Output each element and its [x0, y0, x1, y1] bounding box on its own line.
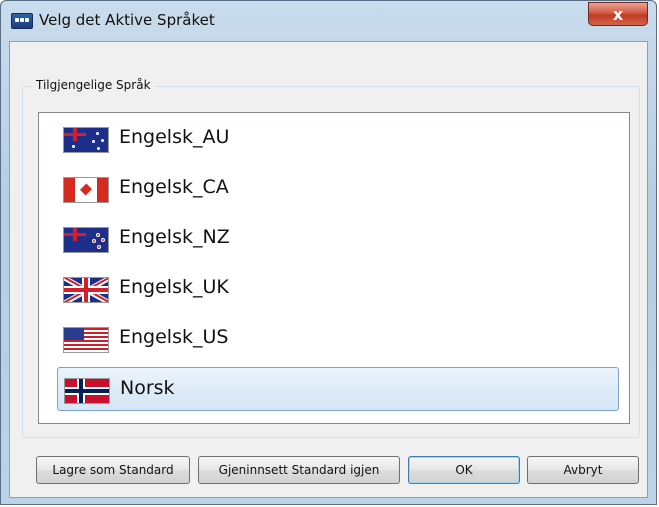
flag-no-icon [64, 378, 110, 404]
flag-ca-icon [63, 177, 109, 203]
language-label: Engelsk_US [119, 326, 229, 348]
language-label: Engelsk_CA [119, 176, 229, 198]
ok-button[interactable]: OK [408, 456, 520, 484]
window-title: Velg det Aktive Språket [39, 11, 215, 29]
language-item-engelsk-au[interactable]: Engelsk_AU [57, 117, 619, 161]
language-item-engelsk-ca[interactable]: Engelsk_CA [57, 167, 619, 211]
flag-uk-icon [63, 277, 109, 303]
close-button[interactable]: x [588, 2, 648, 26]
language-label: Engelsk_UK [119, 276, 229, 298]
title-bar[interactable]: Velg det Aktive Språket x [1, 1, 656, 41]
restore-default-button[interactable]: Gjeninnsett Standard igjen [198, 456, 400, 484]
flag-us-icon [63, 327, 109, 353]
language-label: Engelsk_AU [119, 126, 230, 148]
language-list[interactable]: Engelsk_AU Engelsk_CA Engelsk_NZ Engelsk… [38, 112, 630, 424]
language-label: Engelsk_NZ [119, 226, 230, 248]
language-item-engelsk-uk[interactable]: Engelsk_UK [57, 267, 619, 311]
language-item-norsk[interactable]: Norsk [57, 367, 619, 411]
flag-nz-icon [63, 227, 109, 253]
save-as-default-button[interactable]: Lagre som Standard [36, 456, 190, 484]
language-item-engelsk-nz[interactable]: Engelsk_NZ [57, 217, 619, 261]
app-icon [11, 13, 33, 29]
cancel-button[interactable]: Avbryt [527, 456, 639, 484]
flag-au-icon [63, 127, 109, 153]
language-item-engelsk-us[interactable]: Engelsk_US [57, 317, 619, 361]
language-label: Norsk [120, 377, 175, 399]
group-label: Tilgjengelige Språk [32, 78, 155, 92]
